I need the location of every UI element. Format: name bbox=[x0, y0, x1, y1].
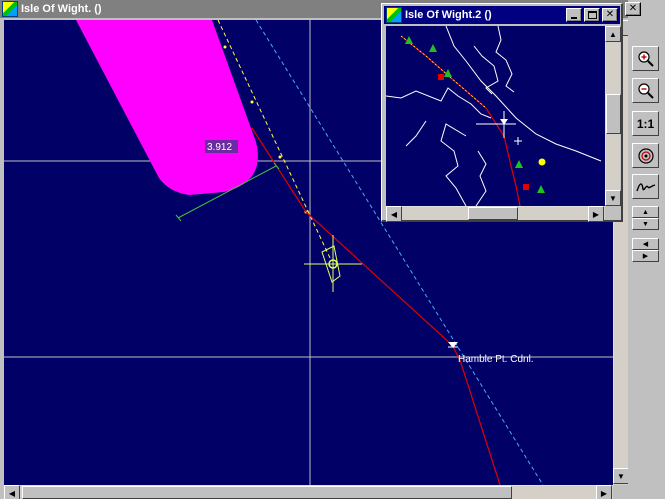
main-close-button[interactable]: ✕ bbox=[625, 2, 641, 16]
inset-horizontal-scrollbar[interactable]: ◀ ▶ bbox=[386, 206, 605, 222]
actual-size-button[interactable]: 1:1 bbox=[632, 111, 659, 136]
coastline bbox=[495, 26, 515, 93]
inset-scroll-right-button[interactable]: ▶ bbox=[588, 206, 604, 222]
target-button[interactable] bbox=[632, 143, 659, 168]
heading-tick bbox=[250, 100, 254, 104]
inset-minimize-button[interactable] bbox=[566, 8, 582, 22]
inset-close-button[interactable]: ✕ bbox=[602, 8, 618, 22]
horizontal-scroll-thumb[interactable] bbox=[22, 486, 512, 499]
distance-label: 3.912 bbox=[207, 142, 232, 153]
inset-window-title: Isle Of Wight.2 () bbox=[405, 9, 492, 21]
inset-app-icon bbox=[386, 7, 402, 23]
coastline bbox=[475, 150, 487, 206]
signature-icon bbox=[635, 182, 655, 191]
zoom-in-icon bbox=[637, 50, 654, 67]
coastline bbox=[386, 87, 492, 119]
starboard-buoy-icon bbox=[515, 160, 523, 168]
inset-scroll-up-button[interactable]: ▲ bbox=[605, 26, 621, 42]
pan-down-button[interactable]: ▼ bbox=[632, 218, 659, 230]
chart-toolbar: ✕ 1:1 ▲ ▼ ◀ ▶ bbox=[625, 0, 665, 499]
inset-scroll-down-button[interactable]: ▼ bbox=[605, 190, 621, 206]
heading-tick bbox=[278, 155, 282, 159]
port-buoy-icon bbox=[438, 74, 444, 80]
special-mark-icon bbox=[538, 158, 546, 166]
inset-chart-canvas[interactable] bbox=[386, 26, 605, 206]
scroll-left-button[interactable]: ◀ bbox=[4, 485, 20, 499]
inset-titlebar[interactable]: Isle Of Wight.2 () ✕ bbox=[384, 6, 620, 24]
starboard-buoy-icon bbox=[429, 44, 437, 52]
actual-size-label: 1:1 bbox=[636, 116, 655, 131]
zoom-in-button[interactable] bbox=[632, 46, 659, 71]
coastline bbox=[440, 123, 467, 206]
scrollbar-corner bbox=[613, 485, 628, 499]
zoom-out-button[interactable] bbox=[632, 78, 659, 103]
inset-chart-window: Isle Of Wight.2 () ✕ ▲ ▼ ◀ ▶ bbox=[381, 3, 623, 222]
scroll-right-button[interactable]: ▶ bbox=[596, 485, 612, 499]
starboard-buoy-icon bbox=[537, 185, 545, 193]
zoom-out-icon bbox=[637, 82, 654, 99]
cross-track-tick bbox=[273, 162, 280, 170]
cross-track-tick bbox=[175, 214, 182, 222]
inset-maximize-button[interactable] bbox=[584, 8, 600, 22]
inset-vertical-scroll-thumb[interactable] bbox=[606, 94, 621, 134]
chart-app-icon bbox=[2, 1, 18, 17]
scroll-down-button[interactable]: ▼ bbox=[613, 468, 629, 484]
target-icon bbox=[637, 147, 654, 164]
main-window-controls: ✕ bbox=[625, 2, 643, 16]
inset-horizontal-scroll-thumb[interactable] bbox=[468, 207, 518, 220]
main-horizontal-scrollbar[interactable]: ◀ ▶ bbox=[4, 485, 613, 499]
waypoint-label: Hamble Pt. Cdnl. bbox=[458, 354, 534, 365]
heading-tick bbox=[223, 45, 227, 49]
inset-vertical-scrollbar[interactable]: ▲ ▼ bbox=[605, 26, 621, 206]
signature-button[interactable] bbox=[632, 174, 659, 199]
pan-up-button[interactable]: ▲ bbox=[632, 206, 659, 218]
pan-right-button[interactable]: ▶ bbox=[632, 250, 659, 262]
inset-chart-svg[interactable] bbox=[386, 26, 605, 206]
pan-left-button[interactable]: ◀ bbox=[632, 238, 659, 250]
inset-scroll-left-button[interactable]: ◀ bbox=[386, 206, 402, 222]
port-buoy-icon bbox=[523, 184, 529, 190]
coastline bbox=[405, 120, 427, 147]
coastline bbox=[473, 45, 499, 95]
